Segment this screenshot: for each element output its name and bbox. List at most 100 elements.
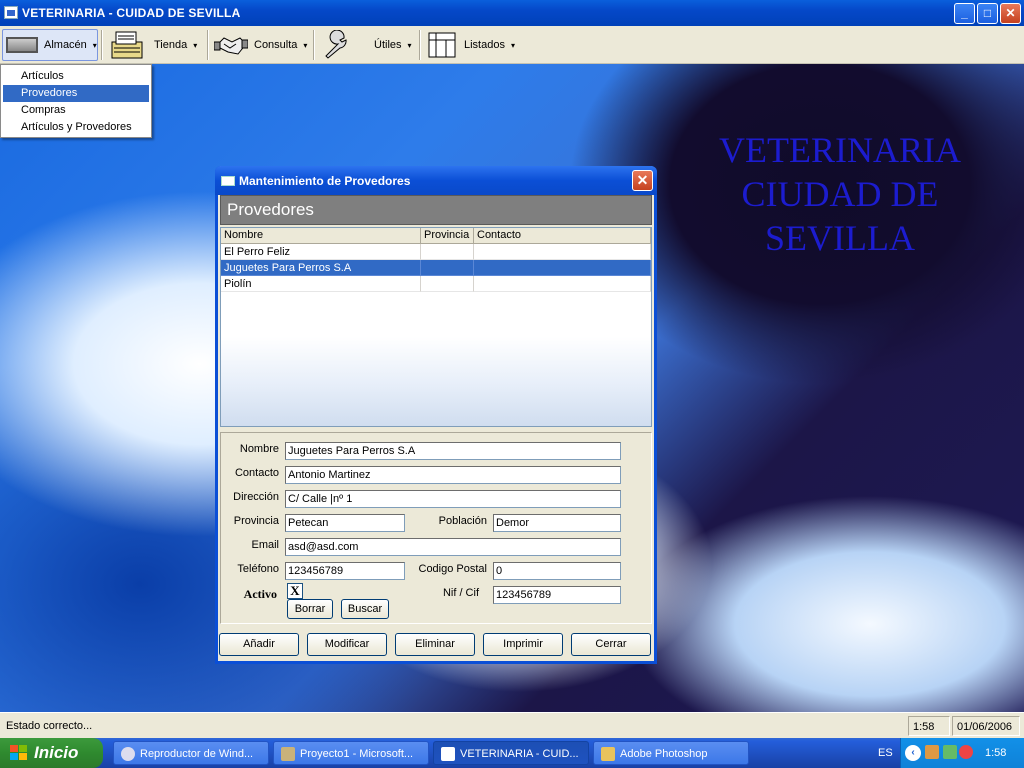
dialog-title-bar[interactable]: Mantenimiento de Provedores ✕ bbox=[215, 166, 657, 195]
taskbar-item-label: VETERINARIA - CUID... bbox=[460, 748, 579, 760]
telefono-field[interactable]: 123456789 bbox=[285, 562, 405, 580]
toolbar: Almacén ▾ Tienda ▾ Consulta ▾ Útiles ▾ L… bbox=[0, 26, 1024, 64]
cell-nombre: Juguetes Para Perros S.A bbox=[221, 260, 421, 276]
table-row[interactable]: Piolín bbox=[221, 276, 651, 292]
utiles-button[interactable]: Útiles ▾ bbox=[320, 29, 416, 61]
application-window: VETERINARIA - CUIDAD DE SEVILLA _ □ ✕ Al… bbox=[0, 0, 1024, 768]
cell-provincia bbox=[421, 244, 474, 260]
contacto-label: Contacto bbox=[234, 467, 279, 479]
anadir-button[interactable]: Añadir bbox=[219, 633, 299, 656]
dialog-close-button[interactable]: ✕ bbox=[632, 170, 653, 191]
column-header-provincia[interactable]: Provincia bbox=[421, 228, 474, 244]
nombre-field[interactable]: Juguetes Para Perros S.A bbox=[285, 442, 621, 460]
menu-item-articulos[interactable]: Artículos bbox=[3, 68, 149, 85]
menu-item-provedores[interactable]: Provedores bbox=[3, 85, 149, 102]
utiles-label: Útiles bbox=[374, 39, 402, 51]
cell-contacto bbox=[474, 260, 651, 276]
contacto-field[interactable]: Antonio Martinez bbox=[285, 466, 621, 484]
taskbar-item-veterinaria[interactable]: VETERINARIA - CUID... bbox=[433, 741, 589, 765]
borrar-button[interactable]: Borrar bbox=[287, 599, 333, 619]
register-icon bbox=[111, 31, 143, 59]
window-icon bbox=[221, 176, 235, 186]
tienda-label: Tienda bbox=[154, 39, 188, 51]
app-icon[interactable] bbox=[4, 6, 18, 19]
taskbar-item-label: Adobe Photoshop bbox=[620, 748, 708, 760]
almacen-dropdown-menu: Artículos Provedores Compras Artículos y… bbox=[0, 64, 152, 138]
toolbar-separator bbox=[313, 30, 315, 60]
activo-checkbox[interactable]: X bbox=[287, 583, 303, 599]
system-tray: ‹ 1:58 bbox=[900, 738, 1024, 768]
cell-nombre: Piolín bbox=[221, 276, 421, 292]
start-button[interactable]: Inicio bbox=[0, 738, 103, 768]
cell-provincia bbox=[421, 260, 474, 276]
tray-expand-icon[interactable]: ‹ bbox=[905, 745, 921, 761]
windows-logo-icon bbox=[19, 753, 27, 760]
imprimir-button[interactable]: Imprimir bbox=[483, 633, 563, 656]
window-title: VETERINARIA - CUIDAD DE SEVILLA bbox=[22, 6, 241, 20]
nombre-label: Nombre bbox=[239, 443, 279, 455]
provincia-label: Provincia bbox=[233, 515, 279, 527]
windows-logo-icon bbox=[19, 745, 27, 752]
codigo-postal-field[interactable]: 0 bbox=[493, 562, 621, 580]
chevron-down-icon[interactable]: ▾ bbox=[303, 41, 307, 50]
chevron-down-icon[interactable]: ▾ bbox=[408, 41, 412, 50]
menu-item-compras[interactable]: Compras bbox=[3, 102, 149, 119]
cerrar-button[interactable]: Cerrar bbox=[571, 633, 651, 656]
tienda-button[interactable]: Tienda ▾ bbox=[110, 29, 204, 61]
title-bar[interactable]: VETERINARIA - CUIDAD DE SEVILLA _ □ ✕ bbox=[0, 0, 1024, 26]
handshake-icon bbox=[214, 37, 248, 55]
email-label: Email bbox=[251, 539, 279, 551]
modificar-button[interactable]: Modificar bbox=[307, 633, 387, 656]
chevron-down-icon[interactable]: ▾ bbox=[511, 41, 515, 50]
menu-item-articulos-y-provedores[interactable]: Artículos y Provedores bbox=[3, 119, 149, 136]
cell-provincia bbox=[421, 276, 474, 292]
cell-contacto bbox=[474, 244, 651, 260]
nif-label: Nif / Cif bbox=[442, 587, 479, 599]
provedores-dialog: Mantenimiento de Provedores ✕ Provedores… bbox=[215, 166, 657, 664]
activo-label: Activo bbox=[243, 587, 277, 601]
desktop-title: VETERINARIA CIUDAD DE SEVILLA bbox=[700, 128, 980, 260]
tray-app-icon[interactable] bbox=[925, 745, 939, 759]
chevron-down-icon[interactable]: ▾ bbox=[193, 41, 197, 50]
chevron-down-icon[interactable]: ▾ bbox=[93, 41, 97, 50]
eliminar-button[interactable]: Eliminar bbox=[395, 633, 475, 656]
listados-button[interactable]: Listados ▾ bbox=[426, 29, 522, 61]
column-header-nombre[interactable]: Nombre bbox=[221, 228, 421, 244]
toolbar-separator bbox=[101, 30, 103, 60]
table-row[interactable]: El Perro Feliz bbox=[221, 244, 651, 260]
almacen-button[interactable]: Almacén ▾ bbox=[2, 29, 98, 61]
table-row[interactable]: Juguetes Para Perros S.A bbox=[221, 260, 651, 276]
buscar-button[interactable]: Buscar bbox=[341, 599, 389, 619]
email-field[interactable]: asd@asd.com bbox=[285, 538, 621, 556]
taskbar-item-proyecto1[interactable]: Proyecto1 - Microsoft... bbox=[273, 741, 429, 765]
nif-field[interactable]: 123456789 bbox=[493, 586, 621, 604]
taskbar-item-label: Proyecto1 - Microsoft... bbox=[300, 748, 414, 760]
taskbar-item-media-player[interactable]: Reproductor de Wind... bbox=[113, 741, 269, 765]
cell-nombre: El Perro Feliz bbox=[221, 244, 421, 260]
close-button[interactable]: ✕ bbox=[1000, 3, 1021, 24]
tray-clock[interactable]: 1:58 bbox=[985, 747, 1006, 759]
language-indicator[interactable]: ES bbox=[878, 747, 893, 759]
tray-app-icon[interactable] bbox=[959, 745, 973, 759]
status-text: Estado correcto... bbox=[6, 720, 93, 732]
direccion-label: Dirección bbox=[233, 491, 279, 503]
column-header-contacto[interactable]: Contacto bbox=[474, 228, 651, 244]
poblacion-field[interactable]: Demor bbox=[493, 514, 621, 532]
wrench-icon bbox=[325, 30, 347, 59]
maximize-button[interactable]: □ bbox=[977, 3, 998, 24]
consulta-button[interactable]: Consulta ▾ bbox=[214, 29, 310, 61]
photoshop-icon bbox=[601, 747, 615, 761]
almacen-icon bbox=[6, 37, 38, 53]
list-icon bbox=[428, 32, 456, 58]
provincia-field[interactable]: Petecan bbox=[285, 514, 405, 532]
minimize-button[interactable]: _ bbox=[954, 3, 975, 24]
direccion-field[interactable]: C/ Calle |nº 1 bbox=[285, 490, 621, 508]
app-icon bbox=[441, 747, 455, 761]
almacen-label: Almacén bbox=[44, 39, 87, 51]
toolbar-separator bbox=[207, 30, 209, 60]
taskbar-item-photoshop[interactable]: Adobe Photoshop bbox=[593, 741, 749, 765]
provedor-form: Nombre Juguetes Para Perros S.A Contacto… bbox=[220, 432, 652, 624]
tray-app-icon[interactable] bbox=[943, 745, 957, 759]
desktop-title-line: SEVILLA bbox=[765, 218, 915, 258]
provedores-grid[interactable]: Nombre Provincia Contacto El Perro Feliz… bbox=[220, 227, 652, 427]
